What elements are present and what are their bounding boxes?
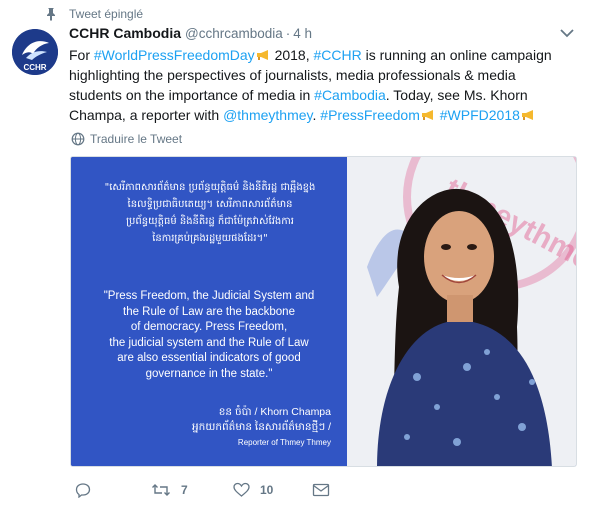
tweet-actions: 7 10 bbox=[69, 480, 369, 502]
account-handle[interactable]: @cchrcambodia bbox=[185, 26, 283, 41]
like-button[interactable]: 10 bbox=[233, 480, 273, 500]
mention-link[interactable]: @thmeythmey bbox=[223, 107, 312, 123]
avatar-label: CCHR bbox=[23, 63, 46, 72]
tweet-media-image[interactable]: "សេរីភាពសារព័ត៌មាន ប្រព័ន្ធយុត្តិធម៌ និង… bbox=[70, 156, 577, 467]
avatar[interactable]: CCHR bbox=[12, 29, 58, 75]
quote-panel: "សេរីភាពសារព័ត៌មាន ប្រព័ន្ធយុត្តិធម៌ និង… bbox=[71, 157, 347, 466]
khmer-quote: "សេរីភាពសារព័ត៌មាន ប្រព័ន្ធយុត្តិធម៌ និង… bbox=[104, 182, 316, 244]
envelope-icon bbox=[312, 483, 330, 497]
tweet-line: students on the importance of media in #… bbox=[69, 87, 528, 103]
tweet-text: For #WorldPressFreedomDay 2018, #CCHR is… bbox=[69, 45, 569, 125]
portrait-illustration: thmeythmey.com bbox=[347, 157, 576, 466]
tweet-line: highlighting the perspectives of journal… bbox=[69, 67, 516, 83]
direct-message-button[interactable] bbox=[312, 480, 340, 500]
pinned-label: Tweet épinglé bbox=[69, 7, 144, 21]
pin-icon bbox=[47, 8, 55, 21]
retweet-count: 7 bbox=[181, 483, 188, 497]
retweet-button[interactable]: 7 bbox=[151, 480, 188, 500]
hashtag-link[interactable]: #Cambodia bbox=[314, 87, 386, 103]
hashtag-link[interactable]: #CCHR bbox=[314, 47, 362, 63]
megaphone-emoji-icon bbox=[521, 110, 533, 120]
tweet-line: Champa, a reporter with @thmeythmey. #Pr… bbox=[69, 105, 569, 125]
pinned-indicator: Tweet épinglé bbox=[44, 6, 143, 22]
hashtag-link[interactable]: #WPFD2018 bbox=[440, 107, 520, 123]
tweet-header: CCHR Cambodia @cchrcambodia · 4 h bbox=[69, 25, 574, 43]
account-name[interactable]: CCHR Cambodia bbox=[69, 25, 181, 41]
reporter-photo: thmeythmey.com bbox=[347, 157, 576, 466]
hashtag-link[interactable]: #PressFreedom bbox=[320, 107, 420, 123]
quote-signature: ខន ចំប៉ា / Khorn Champa អ្នកយកព័ត៌មាន នៃ… bbox=[192, 406, 331, 447]
retweet-icon bbox=[152, 484, 170, 496]
translate-label: Traduire le Tweet bbox=[90, 132, 183, 146]
megaphone-emoji-icon bbox=[256, 50, 268, 60]
hashtag-link[interactable]: #WorldPressFreedomDay bbox=[94, 47, 255, 63]
megaphone-emoji-icon bbox=[421, 110, 433, 120]
tweet-line: For #WorldPressFreedomDay 2018, #CCHR is… bbox=[69, 47, 552, 63]
like-count: 10 bbox=[260, 483, 274, 497]
reply-icon bbox=[75, 483, 91, 498]
timestamp[interactable]: 4 h bbox=[293, 26, 312, 41]
translate-tweet-link[interactable]: Traduire le Tweet bbox=[71, 131, 182, 147]
english-quote: "Press Freedom, the Judicial System and … bbox=[103, 290, 315, 380]
heart-icon bbox=[233, 482, 250, 497]
chevron-down-icon[interactable] bbox=[560, 28, 574, 38]
reply-button[interactable] bbox=[75, 480, 101, 500]
globe-icon bbox=[71, 132, 85, 146]
separator-dot: · bbox=[285, 26, 291, 41]
